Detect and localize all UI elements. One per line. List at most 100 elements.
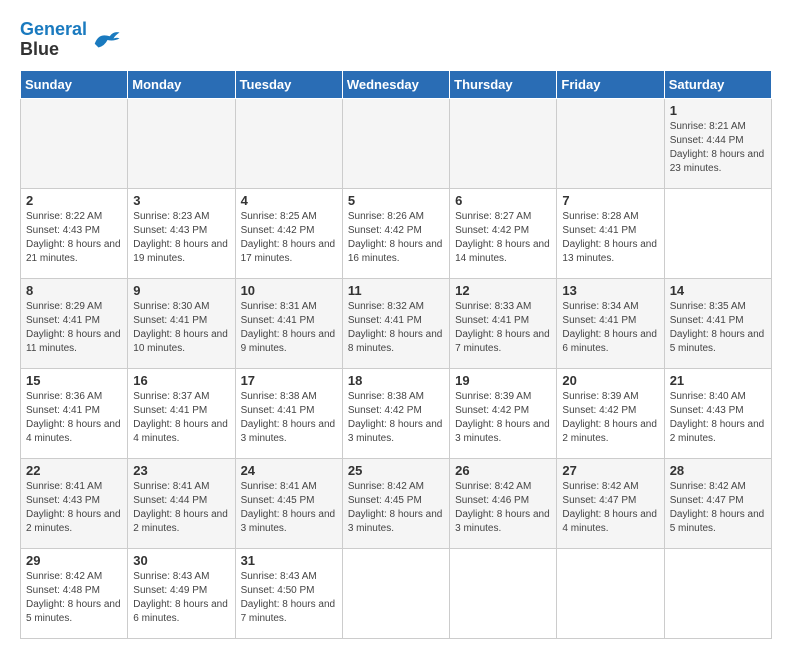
day-info: Sunrise: 8:42 AMSunset: 4:47 PMDaylight:… bbox=[670, 480, 766, 536]
day-number: 16 bbox=[133, 373, 229, 388]
calendar-cell: 11 Sunrise: 8:32 AMSunset: 4:41 PMDaylig… bbox=[342, 278, 449, 368]
calendar-cell: 17 Sunrise: 8:38 AMSunset: 4:41 PMDaylig… bbox=[235, 368, 342, 458]
calendar-cell: 22 Sunrise: 8:41 AMSunset: 4:43 PMDaylig… bbox=[21, 458, 128, 548]
calendar-header-row: SundayMondayTuesdayWednesdayThursdayFrid… bbox=[21, 70, 772, 98]
calendar-cell: 3 Sunrise: 8:23 AMSunset: 4:43 PMDayligh… bbox=[128, 188, 235, 278]
calendar-cell: 7 Sunrise: 8:28 AMSunset: 4:41 PMDayligh… bbox=[557, 188, 664, 278]
day-info: Sunrise: 8:38 AMSunset: 4:42 PMDaylight:… bbox=[348, 390, 444, 446]
calendar-row: 1 Sunrise: 8:21 AMSunset: 4:44 PMDayligh… bbox=[21, 98, 772, 188]
day-info: Sunrise: 8:41 AMSunset: 4:43 PMDaylight:… bbox=[26, 480, 122, 536]
calendar-cell bbox=[450, 548, 557, 638]
day-number: 6 bbox=[455, 193, 551, 208]
day-info: Sunrise: 8:39 AMSunset: 4:42 PMDaylight:… bbox=[455, 390, 551, 446]
calendar-cell: 2 Sunrise: 8:22 AMSunset: 4:43 PMDayligh… bbox=[21, 188, 128, 278]
calendar-row: 22 Sunrise: 8:41 AMSunset: 4:43 PMDaylig… bbox=[21, 458, 772, 548]
calendar-cell bbox=[235, 98, 342, 188]
header-wednesday: Wednesday bbox=[342, 70, 449, 98]
day-info: Sunrise: 8:41 AMSunset: 4:44 PMDaylight:… bbox=[133, 480, 229, 536]
day-info: Sunrise: 8:41 AMSunset: 4:45 PMDaylight:… bbox=[241, 480, 337, 536]
day-info: Sunrise: 8:37 AMSunset: 4:41 PMDaylight:… bbox=[133, 390, 229, 446]
calendar-cell: 28 Sunrise: 8:42 AMSunset: 4:47 PMDaylig… bbox=[664, 458, 771, 548]
calendar-cell: 15 Sunrise: 8:36 AMSunset: 4:41 PMDaylig… bbox=[21, 368, 128, 458]
day-info: Sunrise: 8:43 AMSunset: 4:50 PMDaylight:… bbox=[241, 570, 337, 626]
day-info: Sunrise: 8:42 AMSunset: 4:45 PMDaylight:… bbox=[348, 480, 444, 536]
calendar-cell bbox=[664, 188, 771, 278]
calendar-cell bbox=[21, 98, 128, 188]
calendar-cell bbox=[342, 548, 449, 638]
calendar-cell bbox=[664, 548, 771, 638]
day-number: 23 bbox=[133, 463, 229, 478]
day-info: Sunrise: 8:36 AMSunset: 4:41 PMDaylight:… bbox=[26, 390, 122, 446]
calendar-cell: 1 Sunrise: 8:21 AMSunset: 4:44 PMDayligh… bbox=[664, 98, 771, 188]
calendar-cell: 16 Sunrise: 8:37 AMSunset: 4:41 PMDaylig… bbox=[128, 368, 235, 458]
day-info: Sunrise: 8:31 AMSunset: 4:41 PMDaylight:… bbox=[241, 300, 337, 356]
calendar-cell: 20 Sunrise: 8:39 AMSunset: 4:42 PMDaylig… bbox=[557, 368, 664, 458]
calendar-cell: 6 Sunrise: 8:27 AMSunset: 4:42 PMDayligh… bbox=[450, 188, 557, 278]
calendar-cell bbox=[557, 548, 664, 638]
day-info: Sunrise: 8:27 AMSunset: 4:42 PMDaylight:… bbox=[455, 210, 551, 266]
day-number: 13 bbox=[562, 283, 658, 298]
header-sunday: Sunday bbox=[21, 70, 128, 98]
calendar-row: 15 Sunrise: 8:36 AMSunset: 4:41 PMDaylig… bbox=[21, 368, 772, 458]
day-number: 7 bbox=[562, 193, 658, 208]
logo-text: GeneralBlue bbox=[20, 20, 87, 60]
day-number: 8 bbox=[26, 283, 122, 298]
day-number: 31 bbox=[241, 553, 337, 568]
calendar-cell: 31 Sunrise: 8:43 AMSunset: 4:50 PMDaylig… bbox=[235, 548, 342, 638]
day-info: Sunrise: 8:29 AMSunset: 4:41 PMDaylight:… bbox=[26, 300, 122, 356]
calendar-table: SundayMondayTuesdayWednesdayThursdayFrid… bbox=[20, 70, 772, 639]
calendar-cell: 18 Sunrise: 8:38 AMSunset: 4:42 PMDaylig… bbox=[342, 368, 449, 458]
day-number: 24 bbox=[241, 463, 337, 478]
header-thursday: Thursday bbox=[450, 70, 557, 98]
calendar-cell: 30 Sunrise: 8:43 AMSunset: 4:49 PMDaylig… bbox=[128, 548, 235, 638]
day-number: 5 bbox=[348, 193, 444, 208]
day-number: 18 bbox=[348, 373, 444, 388]
calendar-cell: 10 Sunrise: 8:31 AMSunset: 4:41 PMDaylig… bbox=[235, 278, 342, 368]
day-info: Sunrise: 8:30 AMSunset: 4:41 PMDaylight:… bbox=[133, 300, 229, 356]
calendar-cell: 29 Sunrise: 8:42 AMSunset: 4:48 PMDaylig… bbox=[21, 548, 128, 638]
day-number: 3 bbox=[133, 193, 229, 208]
page-header: GeneralBlue bbox=[20, 20, 772, 60]
calendar-cell: 25 Sunrise: 8:42 AMSunset: 4:45 PMDaylig… bbox=[342, 458, 449, 548]
day-info: Sunrise: 8:42 AMSunset: 4:46 PMDaylight:… bbox=[455, 480, 551, 536]
day-info: Sunrise: 8:22 AMSunset: 4:43 PMDaylight:… bbox=[26, 210, 122, 266]
day-info: Sunrise: 8:34 AMSunset: 4:41 PMDaylight:… bbox=[562, 300, 658, 356]
logo: GeneralBlue bbox=[20, 20, 121, 60]
day-info: Sunrise: 8:42 AMSunset: 4:47 PMDaylight:… bbox=[562, 480, 658, 536]
day-info: Sunrise: 8:38 AMSunset: 4:41 PMDaylight:… bbox=[241, 390, 337, 446]
day-number: 4 bbox=[241, 193, 337, 208]
calendar-cell: 8 Sunrise: 8:29 AMSunset: 4:41 PMDayligh… bbox=[21, 278, 128, 368]
calendar-cell: 19 Sunrise: 8:39 AMSunset: 4:42 PMDaylig… bbox=[450, 368, 557, 458]
day-info: Sunrise: 8:25 AMSunset: 4:42 PMDaylight:… bbox=[241, 210, 337, 266]
day-number: 19 bbox=[455, 373, 551, 388]
day-info: Sunrise: 8:28 AMSunset: 4:41 PMDaylight:… bbox=[562, 210, 658, 266]
calendar-cell: 21 Sunrise: 8:40 AMSunset: 4:43 PMDaylig… bbox=[664, 368, 771, 458]
calendar-cell bbox=[128, 98, 235, 188]
calendar-cell: 4 Sunrise: 8:25 AMSunset: 4:42 PMDayligh… bbox=[235, 188, 342, 278]
day-number: 20 bbox=[562, 373, 658, 388]
calendar-cell: 9 Sunrise: 8:30 AMSunset: 4:41 PMDayligh… bbox=[128, 278, 235, 368]
day-info: Sunrise: 8:39 AMSunset: 4:42 PMDaylight:… bbox=[562, 390, 658, 446]
calendar-cell: 12 Sunrise: 8:33 AMSunset: 4:41 PMDaylig… bbox=[450, 278, 557, 368]
header-tuesday: Tuesday bbox=[235, 70, 342, 98]
calendar-cell: 27 Sunrise: 8:42 AMSunset: 4:47 PMDaylig… bbox=[557, 458, 664, 548]
calendar-cell: 13 Sunrise: 8:34 AMSunset: 4:41 PMDaylig… bbox=[557, 278, 664, 368]
day-number: 28 bbox=[670, 463, 766, 478]
calendar-cell bbox=[342, 98, 449, 188]
day-info: Sunrise: 8:23 AMSunset: 4:43 PMDaylight:… bbox=[133, 210, 229, 266]
day-info: Sunrise: 8:26 AMSunset: 4:42 PMDaylight:… bbox=[348, 210, 444, 266]
day-info: Sunrise: 8:33 AMSunset: 4:41 PMDaylight:… bbox=[455, 300, 551, 356]
calendar-cell: 26 Sunrise: 8:42 AMSunset: 4:46 PMDaylig… bbox=[450, 458, 557, 548]
header-saturday: Saturday bbox=[664, 70, 771, 98]
day-number: 9 bbox=[133, 283, 229, 298]
day-info: Sunrise: 8:43 AMSunset: 4:49 PMDaylight:… bbox=[133, 570, 229, 626]
day-info: Sunrise: 8:42 AMSunset: 4:48 PMDaylight:… bbox=[26, 570, 122, 626]
day-number: 17 bbox=[241, 373, 337, 388]
day-number: 27 bbox=[562, 463, 658, 478]
day-number: 12 bbox=[455, 283, 551, 298]
day-number: 25 bbox=[348, 463, 444, 478]
day-info: Sunrise: 8:21 AMSunset: 4:44 PMDaylight:… bbox=[670, 120, 766, 176]
calendar-row: 2 Sunrise: 8:22 AMSunset: 4:43 PMDayligh… bbox=[21, 188, 772, 278]
day-number: 1 bbox=[670, 103, 766, 118]
day-number: 15 bbox=[26, 373, 122, 388]
